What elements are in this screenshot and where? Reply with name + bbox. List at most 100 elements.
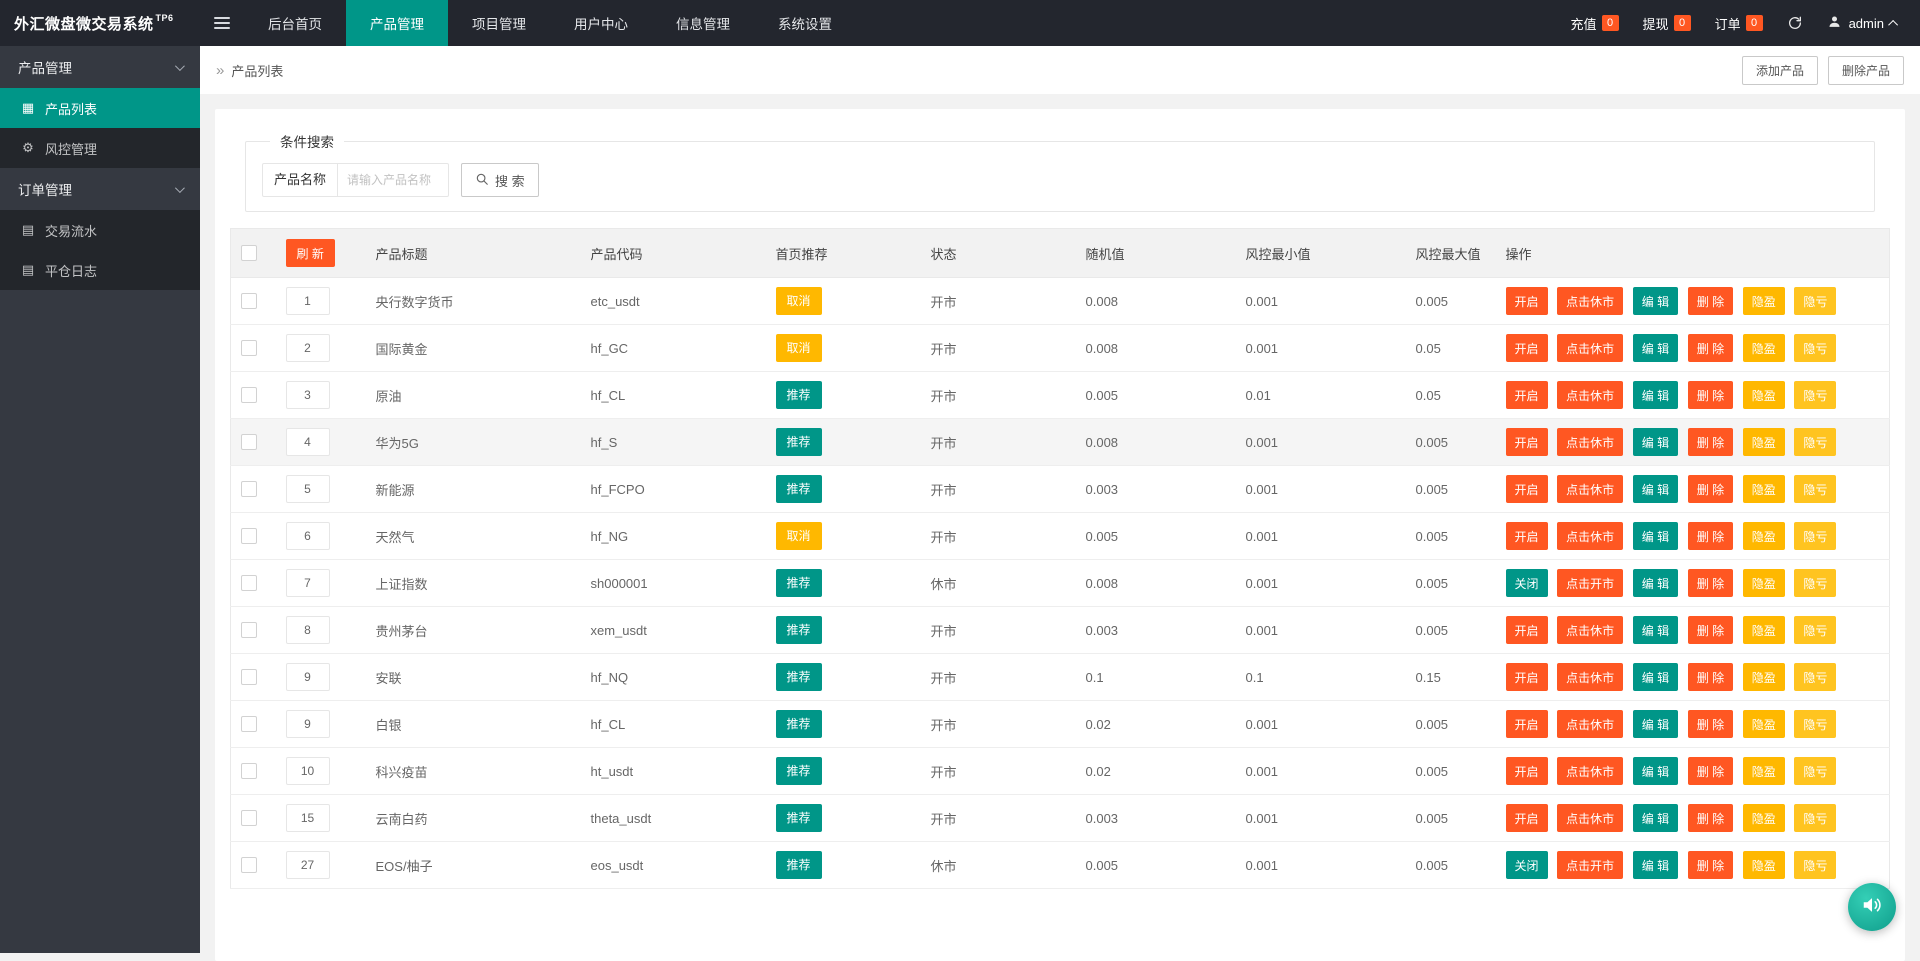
- row-checkbox[interactable]: [241, 528, 257, 544]
- menu-collapse-icon[interactable]: [200, 0, 244, 46]
- hide-profit-button[interactable]: 隐盈: [1743, 475, 1785, 503]
- topnav-item-product[interactable]: 产品管理: [346, 0, 448, 46]
- sidebar-group-order-manage[interactable]: 订单管理: [0, 168, 200, 210]
- delete-button[interactable]: 删 除: [1688, 287, 1733, 315]
- recommend-toggle-button[interactable]: 推荐: [776, 381, 822, 409]
- refresh-button[interactable]: 刷 新: [286, 239, 335, 267]
- hide-profit-button[interactable]: 隐盈: [1743, 381, 1785, 409]
- row-checkbox[interactable]: [241, 293, 257, 309]
- stat-order[interactable]: 订单0: [1715, 14, 1763, 33]
- recommend-toggle-button[interactable]: 取消: [776, 334, 822, 362]
- sort-input[interactable]: [286, 851, 330, 879]
- sort-input[interactable]: [286, 381, 330, 409]
- hide-loss-button[interactable]: 隐亏: [1794, 428, 1836, 456]
- sort-input[interactable]: [286, 475, 330, 503]
- hide-loss-button[interactable]: 隐亏: [1794, 710, 1836, 738]
- delete-button[interactable]: 删 除: [1688, 804, 1733, 832]
- edit-button[interactable]: 编 辑: [1633, 616, 1678, 644]
- delete-button[interactable]: 删 除: [1688, 428, 1733, 456]
- recommend-toggle-button[interactable]: 推荐: [776, 710, 822, 738]
- sidebar-group-product-manage[interactable]: 产品管理: [0, 46, 200, 88]
- row-checkbox[interactable]: [241, 763, 257, 779]
- sidebar-item-close-log[interactable]: ▤平仓日志: [0, 250, 200, 290]
- sort-input[interactable]: [286, 428, 330, 456]
- edit-button[interactable]: 编 辑: [1633, 287, 1678, 315]
- delete-button[interactable]: 删 除: [1688, 851, 1733, 879]
- hide-profit-button[interactable]: 隐盈: [1743, 522, 1785, 550]
- market-switch-button[interactable]: 点击休市: [1557, 381, 1623, 409]
- delete-product-button[interactable]: 删除产品: [1828, 56, 1904, 85]
- recommend-toggle-button[interactable]: 推荐: [776, 428, 822, 456]
- market-switch-button[interactable]: 点击休市: [1557, 616, 1623, 644]
- hide-profit-button[interactable]: 隐盈: [1743, 428, 1785, 456]
- add-product-button[interactable]: 添加产品: [1742, 56, 1818, 85]
- row-checkbox[interactable]: [241, 716, 257, 732]
- market-toggle-button[interactable]: 开启: [1506, 381, 1548, 409]
- market-toggle-button[interactable]: 关闭: [1506, 851, 1548, 879]
- sort-input[interactable]: [286, 287, 330, 315]
- market-switch-button[interactable]: 点击休市: [1557, 710, 1623, 738]
- stat-withdraw[interactable]: 提现0: [1643, 14, 1691, 33]
- edit-button[interactable]: 编 辑: [1633, 522, 1678, 550]
- voice-broadcast-button[interactable]: [1848, 883, 1896, 931]
- edit-button[interactable]: 编 辑: [1633, 804, 1678, 832]
- topnav-item-project[interactable]: 项目管理: [448, 0, 550, 46]
- edit-button[interactable]: 编 辑: [1633, 851, 1678, 879]
- hide-profit-button[interactable]: 隐盈: [1743, 757, 1785, 785]
- market-toggle-button[interactable]: 开启: [1506, 663, 1548, 691]
- hide-profit-button[interactable]: 隐盈: [1743, 804, 1785, 832]
- hide-loss-button[interactable]: 隐亏: [1794, 475, 1836, 503]
- delete-button[interactable]: 删 除: [1688, 475, 1733, 503]
- topnav-item-user[interactable]: 用户中心: [550, 0, 652, 46]
- delete-button[interactable]: 删 除: [1688, 569, 1733, 597]
- edit-button[interactable]: 编 辑: [1633, 428, 1678, 456]
- hide-loss-button[interactable]: 隐亏: [1794, 522, 1836, 550]
- refresh-icon[interactable]: [1787, 15, 1803, 31]
- edit-button[interactable]: 编 辑: [1633, 334, 1678, 362]
- row-checkbox[interactable]: [241, 575, 257, 591]
- hide-loss-button[interactable]: 隐亏: [1794, 334, 1836, 362]
- recommend-toggle-button[interactable]: 推荐: [776, 569, 822, 597]
- market-switch-button[interactable]: 点击休市: [1557, 287, 1623, 315]
- edit-button[interactable]: 编 辑: [1633, 663, 1678, 691]
- stat-recharge[interactable]: 充值0: [1571, 14, 1619, 33]
- delete-button[interactable]: 删 除: [1688, 757, 1733, 785]
- recommend-toggle-button[interactable]: 推荐: [776, 804, 822, 832]
- market-switch-button[interactable]: 点击休市: [1557, 663, 1623, 691]
- sort-input[interactable]: [286, 663, 330, 691]
- delete-button[interactable]: 删 除: [1688, 616, 1733, 644]
- market-switch-button[interactable]: 点击开市: [1557, 851, 1623, 879]
- delete-button[interactable]: 删 除: [1688, 663, 1733, 691]
- market-switch-button[interactable]: 点击休市: [1557, 428, 1623, 456]
- market-switch-button[interactable]: 点击休市: [1557, 757, 1623, 785]
- market-switch-button[interactable]: 点击休市: [1557, 522, 1623, 550]
- market-switch-button[interactable]: 点击休市: [1557, 475, 1623, 503]
- row-checkbox[interactable]: [241, 810, 257, 826]
- hide-profit-button[interactable]: 隐盈: [1743, 851, 1785, 879]
- market-toggle-button[interactable]: 开启: [1506, 616, 1548, 644]
- edit-button[interactable]: 编 辑: [1633, 475, 1678, 503]
- row-checkbox[interactable]: [241, 434, 257, 450]
- recommend-toggle-button[interactable]: 取消: [776, 287, 822, 315]
- topnav-item-home[interactable]: 后台首页: [244, 0, 346, 46]
- market-toggle-button[interactable]: 开启: [1506, 710, 1548, 738]
- hide-loss-button[interactable]: 隐亏: [1794, 616, 1836, 644]
- hide-loss-button[interactable]: 隐亏: [1794, 287, 1836, 315]
- market-toggle-button[interactable]: 关闭: [1506, 569, 1548, 597]
- hide-loss-button[interactable]: 隐亏: [1794, 381, 1836, 409]
- recommend-toggle-button[interactable]: 取消: [776, 522, 822, 550]
- market-toggle-button[interactable]: 开启: [1506, 428, 1548, 456]
- market-toggle-button[interactable]: 开启: [1506, 804, 1548, 832]
- row-checkbox[interactable]: [241, 669, 257, 685]
- row-checkbox[interactable]: [241, 622, 257, 638]
- sidebar-item-trade-flow[interactable]: ▤交易流水: [0, 210, 200, 250]
- delete-button[interactable]: 删 除: [1688, 334, 1733, 362]
- market-switch-button[interactable]: 点击休市: [1557, 804, 1623, 832]
- edit-button[interactable]: 编 辑: [1633, 381, 1678, 409]
- product-name-input[interactable]: [337, 163, 449, 197]
- market-toggle-button[interactable]: 开启: [1506, 475, 1548, 503]
- recommend-toggle-button[interactable]: 推荐: [776, 851, 822, 879]
- hide-loss-button[interactable]: 隐亏: [1794, 757, 1836, 785]
- sort-input[interactable]: [286, 757, 330, 785]
- hide-profit-button[interactable]: 隐盈: [1743, 616, 1785, 644]
